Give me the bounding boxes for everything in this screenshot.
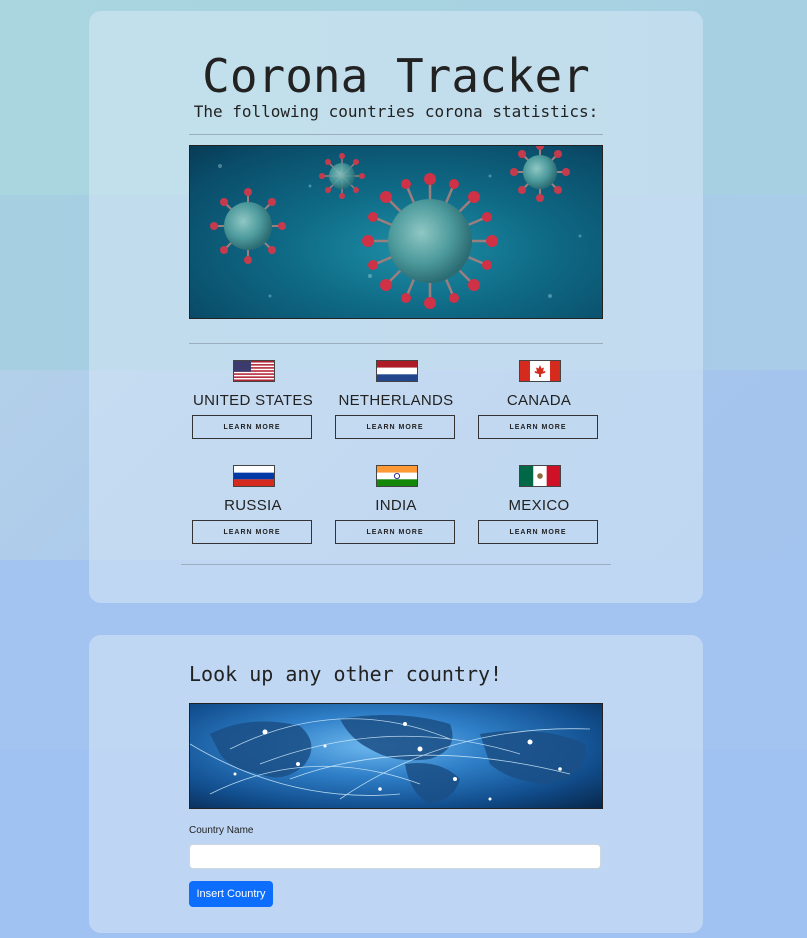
globe-network-image (189, 703, 603, 809)
page-subtitle: The following countries corona statistic… (193, 102, 599, 121)
mexico-flag-icon (519, 465, 561, 487)
country-name-label: Country Name (189, 825, 254, 836)
divider (189, 343, 603, 344)
lookup-card: Look up any other country! Country Name … (89, 635, 703, 933)
learn-more-button-mexico[interactable]: LEARN MORE (478, 520, 598, 544)
learn-more-button-united-states[interactable]: LEARN MORE (192, 415, 312, 439)
divider (189, 134, 603, 135)
country-name: CANADA (506, 392, 572, 409)
learn-more-button-canada[interactable]: LEARN MORE (478, 415, 598, 439)
country-name: NETHERLANDS (338, 392, 454, 409)
tracker-card: Corona Tracker The following countries c… (89, 11, 703, 603)
divider (181, 564, 611, 565)
learn-more-button-russia[interactable]: LEARN MORE (192, 520, 312, 544)
country-name: MEXICO (508, 497, 570, 514)
page-title: Corona Tracker (202, 49, 590, 103)
country-name: INDIA (375, 497, 417, 514)
country-name: UNITED STATES (192, 392, 314, 409)
lookup-heading: Look up any other country! (189, 662, 503, 686)
russia-flag-icon (233, 465, 275, 487)
virus-image (189, 145, 603, 319)
netherlands-flag-icon (376, 360, 418, 382)
learn-more-button-netherlands[interactable]: LEARN MORE (335, 415, 455, 439)
us-flag-icon (233, 360, 275, 382)
country-name-input[interactable] (189, 844, 601, 869)
india-flag-icon (376, 465, 418, 487)
insert-country-button[interactable]: Insert Country (189, 881, 273, 907)
canada-flag-icon (519, 360, 561, 382)
country-name: RUSSIA (224, 497, 282, 514)
learn-more-button-india[interactable]: LEARN MORE (335, 520, 455, 544)
